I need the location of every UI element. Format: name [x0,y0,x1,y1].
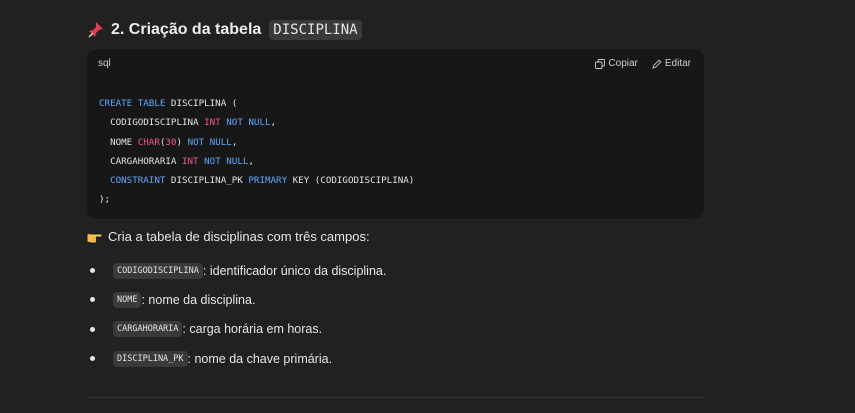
field-description: : identificador único da disciplina. [202,263,387,278]
code-language-label: sql [98,58,111,69]
edit-label: Editar [664,58,691,69]
bullet [90,356,95,362]
code-token: KEY (CODIGODISCIPLINA) [287,175,415,187]
code-token: , [270,117,277,129]
code-token: DISCIPLINA ( [165,98,238,109]
list-item: NOME : nome da disciplina. [87,285,386,314]
code-token: 30 [165,136,177,148]
bullet [90,268,95,274]
code-token: PRIMARY [248,175,288,187]
code-line: ); [99,190,414,209]
code-actions: Copiar Editar [595,58,691,69]
code-token: ); [99,194,111,206]
code-line: CREATE TABLE DISCIPLINA ( [99,94,414,113]
code-line: CODIGODISCIPLINA INT NOT NULL, [99,113,414,132]
field-description: : nome da chave primária. [187,351,333,366]
code-token: INT [181,155,199,167]
code-token: NOT NULL [204,155,249,167]
section-heading: 2. Criação da tabela DISCIPLINA [87,20,362,40]
code-token: CODIGODISCIPLINA [99,117,205,129]
field-code: CODIGODISCIPLINA [113,262,203,279]
edit-icon [652,59,662,69]
field-description: : nome da disciplina. [141,292,256,307]
field-code: NOME [113,291,142,308]
code-token: CHAR [137,136,160,148]
code-token: CONSTRAINT [99,175,166,187]
field-code: CARGAHORARIA [113,321,183,338]
list-item: CODIGODISCIPLINA : identificador único d… [87,256,386,285]
sql-code: CREATE TABLE DISCIPLINA ( CODIGODISCIPLI… [99,94,414,210]
code-token: NOME [99,136,138,148]
copy-button[interactable]: Copiar [595,58,638,69]
intro-text: Cria a tabela de disciplinas com três ca… [108,229,370,244]
divider [87,397,704,398]
pushpin-icon [87,21,105,39]
field-description: : carga horária em horas. [182,322,323,337]
edit-button[interactable]: Editar [652,58,691,69]
code-token: CREATE TABLE [99,98,166,109]
field-code: DISCIPLINA_PK [113,350,188,367]
code-token: ) [176,136,188,148]
code-token: NOT NULL [226,117,271,129]
code-line: CONSTRAINT DISCIPLINA_PK PRIMARY KEY (CO… [99,171,414,190]
intro-line: Cria a tabela de disciplinas com três ca… [87,229,370,244]
code-token: NOT NULL [187,136,232,148]
code-line: NOME CHAR(30) NOT NULL, [99,133,414,152]
code-line: CARGAHORARIA INT NOT NULL, [99,152,414,171]
bullet [90,297,95,303]
list-item: DISCIPLINA_PK : nome da chave primária. [87,344,386,373]
fields-list: CODIGODISCIPLINA : identificador único d… [87,256,386,373]
code-token: , [231,136,238,148]
copy-label: Copiar [608,58,638,69]
section-title: 2. Criação da tabela [111,21,262,38]
copy-icon [595,58,606,69]
table-name-code: DISCIPLINA [269,20,362,40]
code-token: INT [204,117,221,129]
code-token: , [248,155,254,167]
code-block: sql Copiar Editar CREATE TABLE DISCIPLIN… [87,49,704,219]
bullet [90,326,95,332]
code-token: DISCIPLINA_PK [165,175,249,187]
pointing-hand-icon [87,230,102,243]
code-token: CARGAHORARIA [99,155,182,167]
list-item: CARGAHORARIA : carga horária em horas. [87,315,386,344]
